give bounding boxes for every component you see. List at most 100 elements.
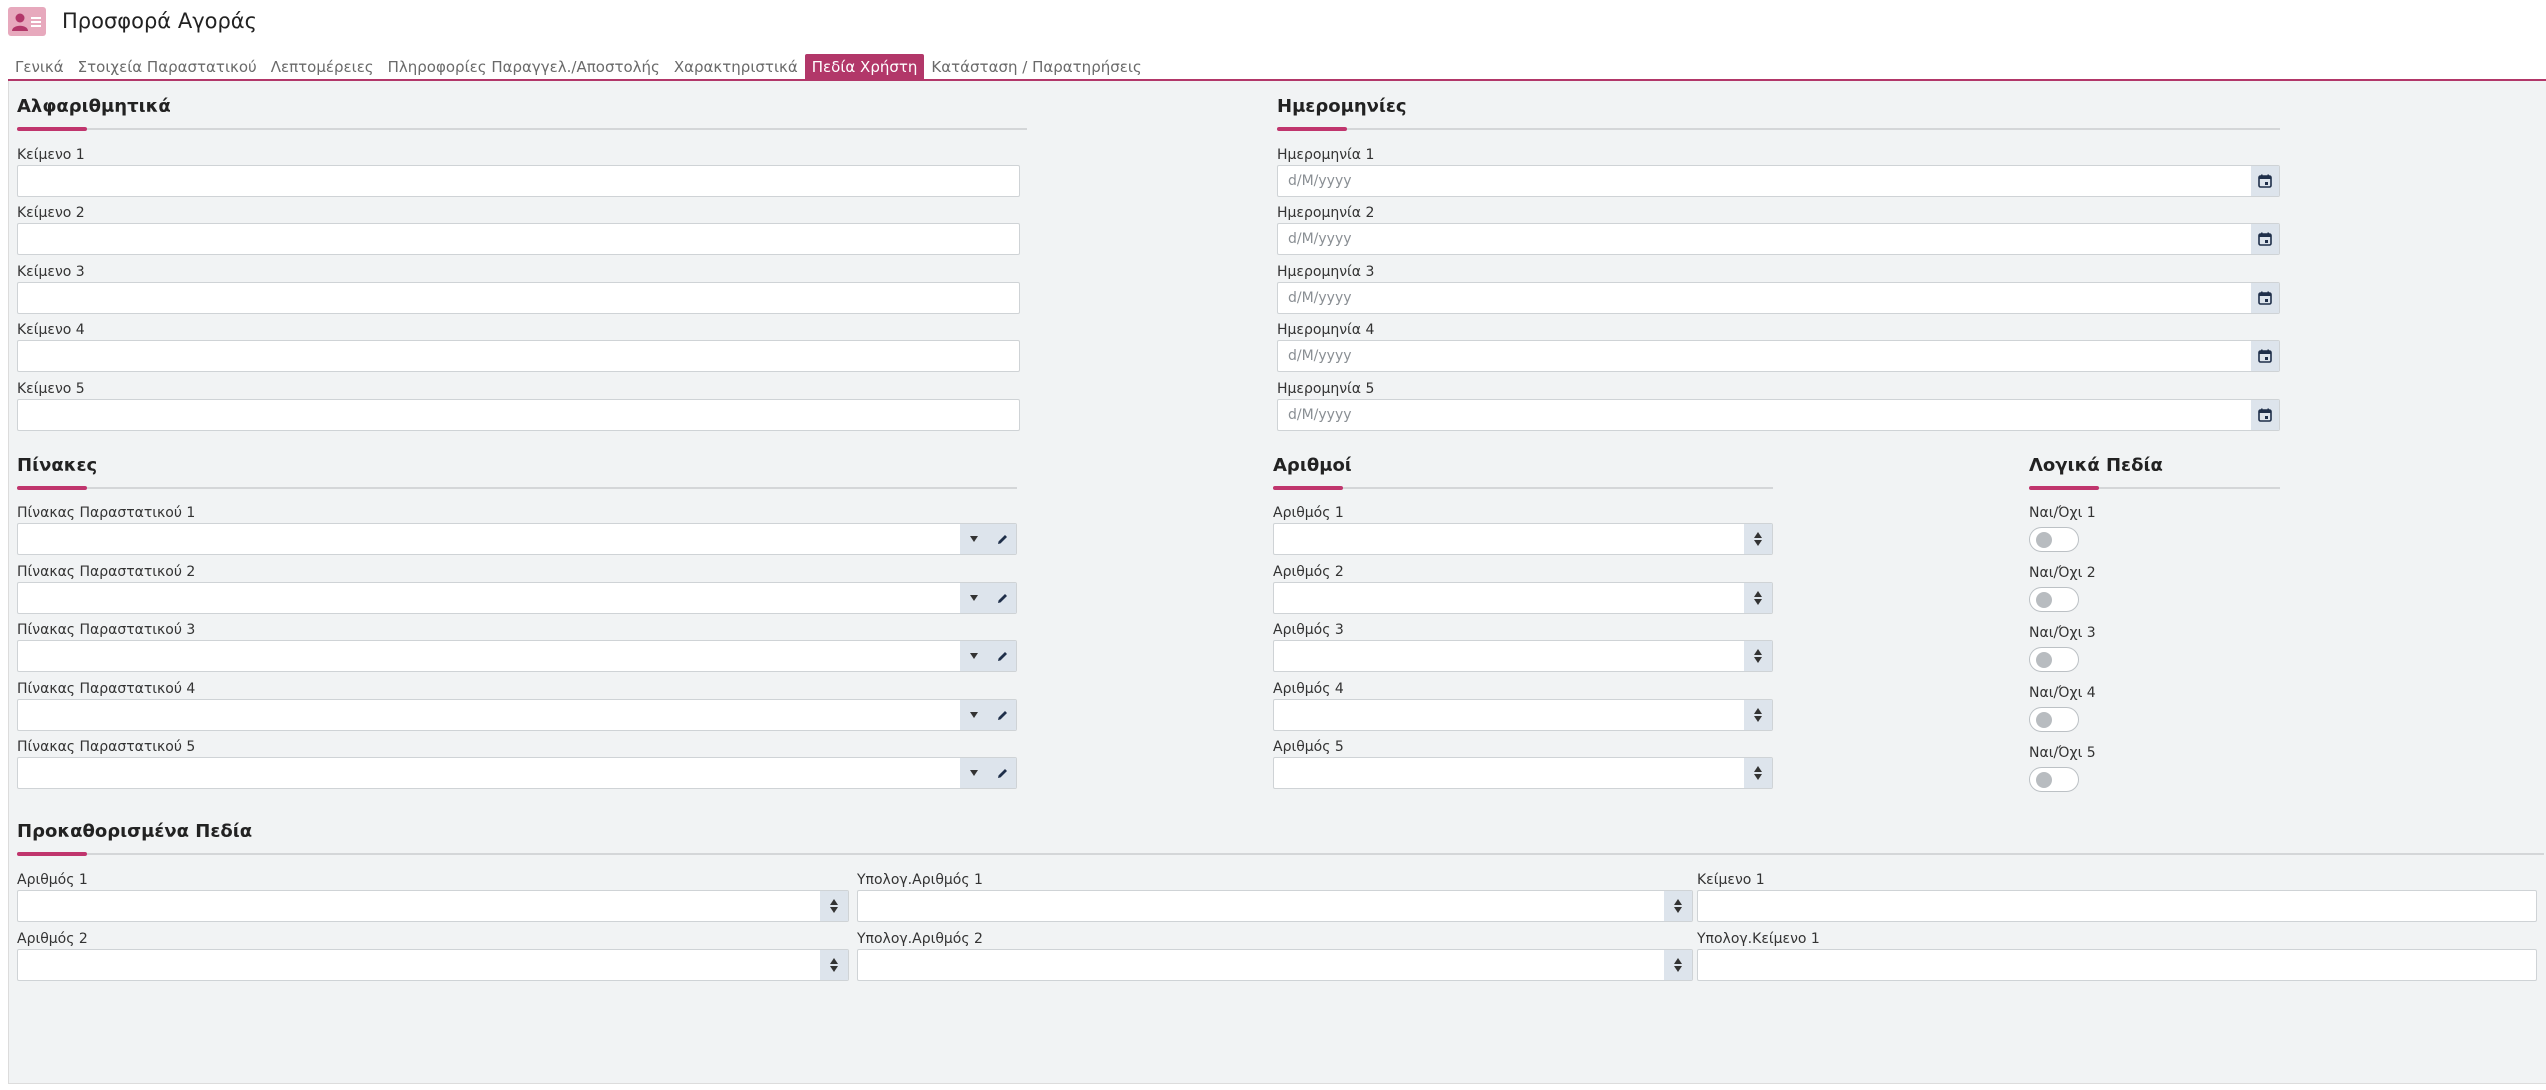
text-2-label: Κείμενο 2 [17,205,85,221]
calendar-icon[interactable] [2251,166,2279,196]
table-1-select[interactable] [17,523,1017,555]
section-title-tables: Πίνακες [17,455,98,476]
yesno-3-label: Ναι/Όχι 3 [2029,625,2096,641]
yesno-4-label: Ναι/Όχι 4 [2029,685,2096,701]
yesno-3-toggle[interactable] [2029,647,2079,672]
text-2-input[interactable] [17,223,1020,255]
section-title-alphanumeric: Αλφαριθμητικά [17,96,171,117]
edit-pencil-icon[interactable] [988,758,1016,788]
date-3-input[interactable]: d/M/yyyy [1277,282,2280,314]
edit-pencil-icon[interactable] [988,524,1016,554]
date-2-label: Ημερομηνία 2 [1277,205,1375,221]
table-5-select[interactable] [17,757,1017,789]
date-1-input[interactable]: d/M/yyyy [1277,165,2280,197]
predef-number-2-input[interactable] [17,949,849,981]
number-spinner[interactable] [1744,700,1772,730]
calendar-icon[interactable] [2251,341,2279,371]
number-3-label: Αριθμός 3 [1273,622,1344,638]
tab-general[interactable]: Γενικά [8,54,71,80]
chevron-down-icon[interactable] [960,758,988,788]
text-3-input[interactable] [17,282,1020,314]
tab-order-shipping[interactable]: Πληροφορίες Παραγγελ./Αποστολής [381,54,667,80]
calendar-icon[interactable] [2251,400,2279,430]
tab-details[interactable]: Λεπτομέρειες [264,54,381,80]
yesno-5-label: Ναι/Όχι 5 [2029,745,2096,761]
table-5-label: Πίνακας Παραστατικού 5 [17,739,196,755]
date-2-input[interactable]: d/M/yyyy [1277,223,2280,255]
number-4-input[interactable] [1273,699,1773,731]
header: Προσφορά Αγοράς [0,0,2546,48]
number-1-label: Αριθμός 1 [1273,505,1344,521]
number-spinner[interactable] [820,950,848,980]
number-2-input[interactable] [1273,582,1773,614]
user-card-icon [8,7,46,36]
tab-user-fields[interactable]: Πεδία Χρήστη [804,54,925,80]
predef-text-1-input[interactable] [1697,890,2537,922]
table-2-select[interactable] [17,582,1017,614]
table-1-label: Πίνακας Παραστατικού 1 [17,505,196,521]
date-4-placeholder: d/M/yyyy [1288,348,1352,364]
yesno-4-toggle[interactable] [2029,707,2079,732]
text-1-input[interactable] [17,165,1020,197]
predef-calc-text-1-input[interactable] [1697,949,2537,981]
number-spinner[interactable] [820,891,848,921]
predef-calc-number-2-input[interactable] [857,949,1693,981]
text-4-label: Κείμενο 4 [17,322,85,338]
date-5-input[interactable]: d/M/yyyy [1277,399,2280,431]
number-5-label: Αριθμός 5 [1273,739,1344,755]
predef-number-2-label: Αριθμός 2 [17,931,88,947]
text-4-input[interactable] [17,340,1020,372]
number-spinner[interactable] [1664,891,1692,921]
section-accent [17,127,87,131]
yesno-5-toggle[interactable] [2029,767,2079,792]
number-3-input[interactable] [1273,640,1773,672]
tab-characteristics[interactable]: Χαρακτηριστικά [667,54,805,80]
number-5-input[interactable] [1273,757,1773,789]
edit-pencil-icon[interactable] [988,583,1016,613]
table-4-select[interactable] [17,699,1017,731]
date-4-label: Ημερομηνία 4 [1277,322,1375,338]
predef-calc-number-2-label: Υπολογ.Αριθμός 2 [857,931,983,947]
predef-calc-number-1-label: Υπολογ.Αριθμός 1 [857,872,983,888]
date-4-input[interactable]: d/M/yyyy [1277,340,2280,372]
tab-status-notes[interactable]: Κατάσταση / Παρατηρήσεις [924,54,1148,80]
number-spinner[interactable] [1744,758,1772,788]
chevron-down-icon[interactable] [960,524,988,554]
predef-calc-number-1-input[interactable] [857,890,1693,922]
section-divider [1277,128,2280,130]
date-3-placeholder: d/M/yyyy [1288,290,1352,306]
number-4-label: Αριθμός 4 [1273,681,1344,697]
predef-number-1-input[interactable] [17,890,849,922]
table-3-select[interactable] [17,640,1017,672]
tab-document-details[interactable]: Στοιχεία Παραστατικού [71,54,264,80]
user-fields-panel: Αλφαριθμητικά Κείμενο 1 Κείμενο 2 Κείμεν… [8,81,2546,1084]
edit-pencil-icon[interactable] [988,641,1016,671]
calendar-icon[interactable] [2251,283,2279,313]
yesno-2-toggle[interactable] [2029,587,2079,612]
number-1-input[interactable] [1273,523,1773,555]
number-spinner[interactable] [1664,950,1692,980]
chevron-down-icon[interactable] [960,700,988,730]
table-3-label: Πίνακας Παραστατικού 3 [17,622,196,638]
date-5-placeholder: d/M/yyyy [1288,407,1352,423]
section-accent [17,852,87,856]
section-divider [17,128,1027,130]
number-spinner[interactable] [1744,641,1772,671]
table-4-label: Πίνακας Παραστατικού 4 [17,681,196,697]
tab-bar: Γενικά Στοιχεία Παραστατικού Λεπτομέρειε… [8,54,1149,80]
chevron-down-icon[interactable] [960,641,988,671]
edit-pencil-icon[interactable] [988,700,1016,730]
section-title-dates: Ημερομηνίες [1277,96,1407,117]
number-spinner[interactable] [1744,524,1772,554]
number-2-label: Αριθμός 2 [1273,564,1344,580]
calendar-icon[interactable] [2251,224,2279,254]
predef-text-1-label: Κείμενο 1 [1697,872,1765,888]
chevron-down-icon[interactable] [960,583,988,613]
section-accent [17,486,87,490]
table-2-label: Πίνακας Παραστατικού 2 [17,564,196,580]
number-spinner[interactable] [1744,583,1772,613]
text-5-input[interactable] [17,399,1020,431]
text-5-label: Κείμενο 5 [17,381,85,397]
text-3-label: Κείμενο 3 [17,264,85,280]
yesno-1-toggle[interactable] [2029,527,2079,552]
